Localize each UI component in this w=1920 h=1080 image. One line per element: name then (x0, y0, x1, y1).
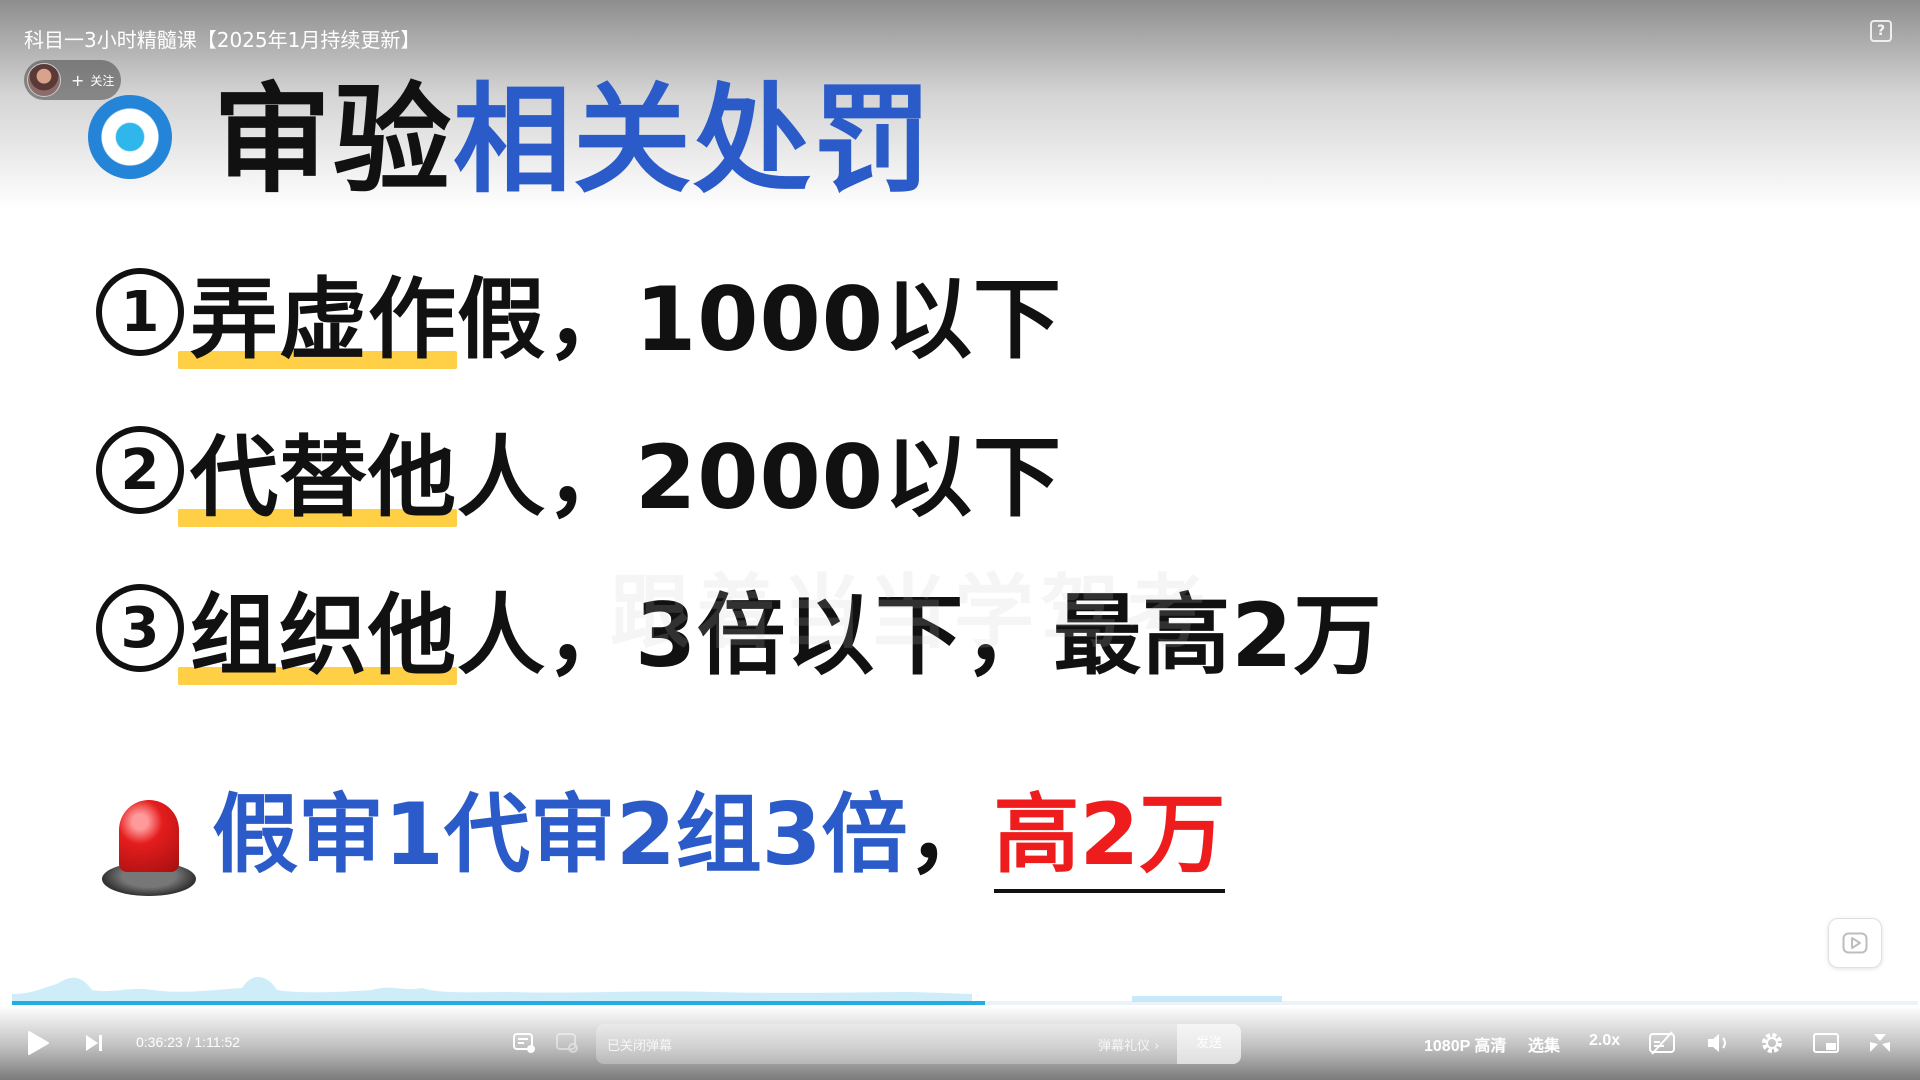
send-button[interactable]: 发送 (1177, 1024, 1241, 1064)
rule-item-1: 1 弄虚作假，1000以下 (96, 262, 1062, 371)
rule-rest: 人，2000以下 (457, 425, 1062, 529)
play-outline-icon (1842, 932, 1868, 954)
time-separator: / (186, 1034, 191, 1050)
watermark: 跟着当当学驾考 (610, 566, 1212, 659)
quality-button[interactable]: 1080P 高清 (1424, 1032, 1506, 1056)
danmaku-settings-icon[interactable] (555, 1032, 579, 1054)
mnemonic-line: 假审1代审2组3倍，高2万 (212, 775, 1226, 895)
danmaku-toggle-icon[interactable] (512, 1032, 536, 1054)
fullscreen-icon[interactable] (1866, 1030, 1894, 1056)
danmaku-placeholder: 已关闭弹幕 (607, 1039, 673, 1054)
plus-icon: + (71, 70, 85, 90)
episodes-button[interactable]: 选集 (1528, 1032, 1560, 1056)
subtitle-off-icon[interactable] (1648, 1030, 1676, 1056)
follow-button[interactable]: + 关注 (24, 60, 121, 100)
slide-title: 审验相关处罚 (213, 70, 933, 210)
uploader-avatar[interactable] (27, 63, 61, 97)
volume-icon[interactable] (1705, 1030, 1733, 1056)
help-icon[interactable]: ? (1870, 20, 1892, 42)
danmaku-etiquette-link[interactable]: 弹幕礼仪 › (1098, 1035, 1159, 1054)
follow-label: 关注 (90, 73, 115, 88)
progress-fill (12, 1001, 986, 1005)
progress-bar[interactable] (12, 1001, 1918, 1005)
rule-highlight: 弄虚作 (190, 267, 458, 371)
speed-button[interactable]: 2.0x (1589, 1032, 1620, 1050)
rule-highlight: 代替他 (190, 425, 458, 529)
rule-text: 代替他人，2000以下 (190, 407, 1062, 534)
settings-gear-icon[interactable] (1758, 1030, 1786, 1056)
rule-item-2: 2 代替他人，2000以下 (96, 420, 1062, 529)
video-title: 科目一3小时精髓课【2025年1月持续更新】 (24, 28, 421, 52)
rule-number: 3 (96, 584, 184, 672)
total-time: 1:11:52 (194, 1034, 241, 1050)
mnemonic-text: 假审1代审2组3倍 (212, 785, 908, 885)
target-icon (88, 95, 172, 179)
slide-title-part1: 审验 (213, 71, 454, 209)
slide-title-part2: 相关处罚 (453, 71, 934, 209)
siren-icon (102, 800, 196, 896)
mini-play-widget[interactable] (1828, 918, 1882, 968)
rule-rest: 假，1000以下 (457, 267, 1062, 371)
rule-number: 1 (96, 268, 184, 356)
progress-heatmap (12, 976, 1282, 1002)
current-time: 0:36:23 (136, 1034, 183, 1050)
mnemonic-emphasis: 高2万 (993, 785, 1226, 893)
rule-number: 2 (96, 426, 184, 514)
next-icon[interactable] (84, 1033, 104, 1053)
rule-text: 弄虚作假，1000以下 (190, 249, 1062, 376)
time-display: 0:36:23 / 1:11:52 (136, 1034, 240, 1050)
picture-in-picture-icon[interactable] (1812, 1030, 1840, 1056)
rule-highlight: 组织他 (190, 583, 458, 687)
mnemonic-comma: ， (907, 785, 994, 885)
play-icon[interactable] (26, 1030, 50, 1056)
